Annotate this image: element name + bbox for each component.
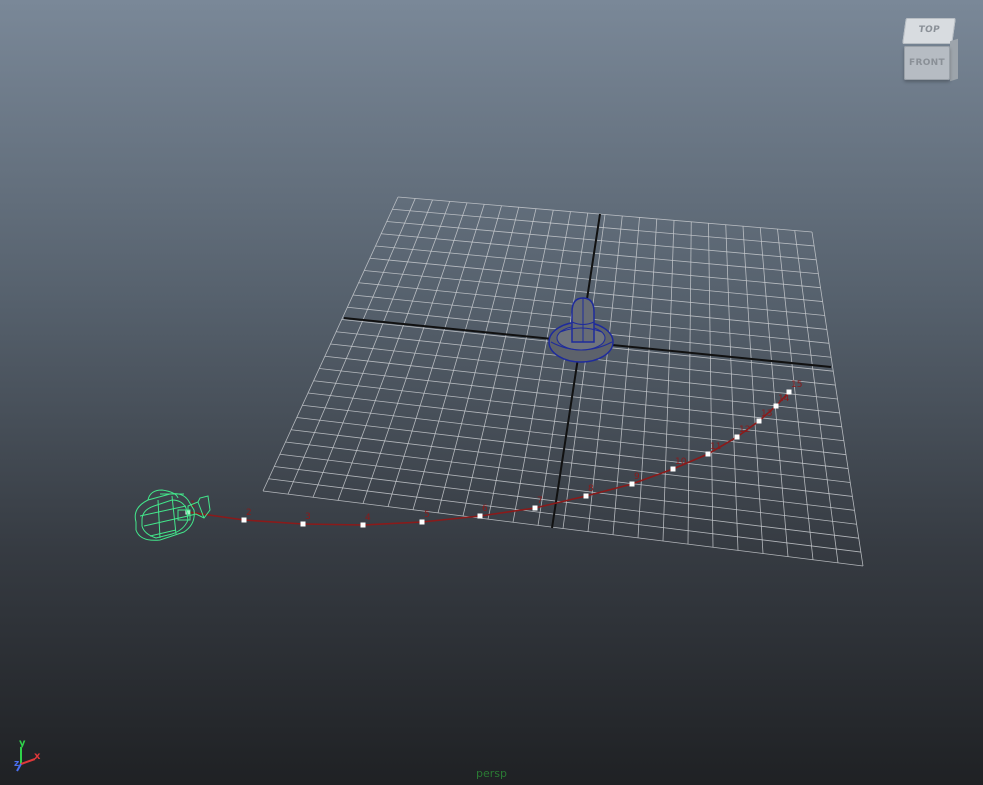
frame-marker[interactable] — [705, 451, 711, 457]
grid-column-line — [562, 214, 606, 529]
mushroom-mesh[interactable] — [548, 297, 614, 363]
view-cube-front-label: FRONT — [909, 58, 945, 68]
frame-marker[interactable] — [734, 434, 740, 440]
view-cube-side-face[interactable] — [950, 38, 958, 82]
grid-row-line — [296, 417, 851, 483]
grid-column-line — [759, 227, 789, 557]
frame-marker-label: 4 — [365, 513, 371, 523]
grid-column-line — [811, 231, 864, 567]
frame-marker-label: 10 — [675, 457, 687, 467]
camera-rig-wireframe[interactable] — [134, 489, 211, 541]
frame-marker[interactable] — [477, 513, 483, 519]
grid-column-line — [794, 230, 839, 563]
grid-row-line — [324, 355, 840, 414]
ground-grid — [262, 196, 864, 567]
grid-column-line — [662, 220, 675, 542]
maya-perspective-viewport[interactable]: 1 2 3 4 5 6 7 8 9 10 11 12 13 14 15 TOP FRONT y x z pe… — [0, 0, 983, 785]
grid-column-line — [637, 218, 658, 538]
frame-marker-label: 8 — [588, 484, 594, 494]
view-cube-front-face[interactable]: FRONT — [904, 46, 950, 80]
axis-y-label: y — [19, 738, 26, 749]
frame-marker[interactable] — [360, 522, 366, 528]
frame-marker-label: 9 — [634, 472, 640, 482]
grid-column-line — [725, 224, 739, 551]
frame-marker-label: 12 — [739, 425, 750, 435]
axis-x-label: x — [34, 751, 41, 762]
frame-marker[interactable] — [419, 519, 425, 525]
grid-row-line — [291, 429, 853, 497]
frame-marker-label: 5 — [424, 510, 430, 520]
grid-row-line — [268, 478, 861, 553]
frame-marker-label: 6 — [482, 504, 488, 514]
view-cube-top-face[interactable]: TOP — [902, 18, 956, 44]
frame-marker-label: 13 — [761, 409, 772, 419]
frame-marker[interactable] — [300, 521, 306, 527]
active-camera-name: persp — [476, 767, 507, 780]
frame-marker[interactable] — [629, 481, 635, 487]
frame-marker-label: 3 — [305, 512, 311, 522]
frame-marker[interactable] — [773, 403, 779, 409]
grid-axes — [343, 213, 832, 529]
scene-canvas[interactable]: 12 3 4 56789101112131415 — [0, 0, 983, 785]
grid-column-line — [742, 226, 764, 554]
frame-marker-label: 15 — [791, 380, 802, 390]
view-cube-top-label: TOP — [917, 25, 941, 35]
frame-marker-label: 7 — [537, 496, 543, 506]
view-cube[interactable]: TOP FRONT — [900, 16, 960, 88]
grid-row-line — [307, 392, 847, 456]
frame-marker[interactable] — [583, 493, 589, 499]
frame-marker-label: 2 — [246, 508, 252, 518]
frame-marker-label: 11 — [710, 442, 721, 452]
frame-marker-label: 14 — [778, 394, 790, 404]
frame-marker[interactable] — [670, 466, 676, 472]
world-z-axis-line — [551, 213, 601, 529]
frame-marker[interactable] — [532, 505, 538, 511]
frame-marker[interactable] — [786, 389, 792, 395]
frame-marker[interactable] — [241, 517, 247, 523]
frame-marker[interactable] — [756, 418, 762, 424]
